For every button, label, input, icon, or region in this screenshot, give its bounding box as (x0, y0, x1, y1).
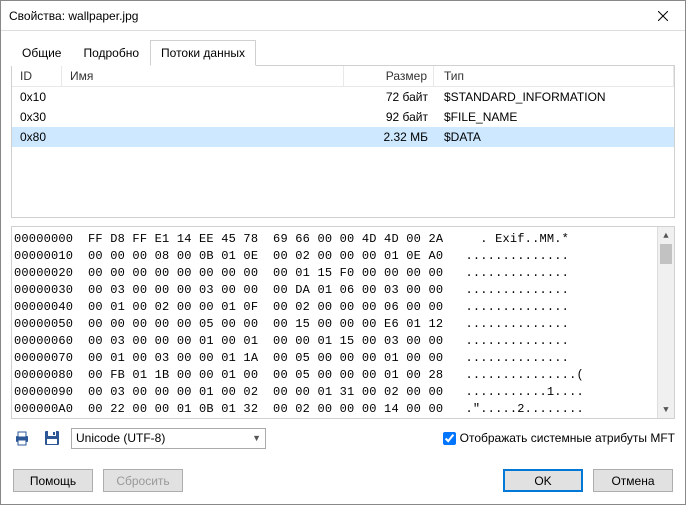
encoding-select[interactable]: Unicode (UTF-8) ▼ (71, 428, 266, 449)
save-button[interactable] (41, 427, 63, 449)
print-button[interactable] (11, 427, 33, 449)
scroll-up-icon[interactable]: ▲ (658, 227, 674, 244)
cell-size: 2.32 МБ (344, 127, 434, 147)
cell-id: 0x10 (12, 87, 62, 107)
header-name[interactable]: Имя (62, 66, 344, 86)
titlebar: Свойства: wallpaper.jpg (1, 1, 685, 31)
hex-viewer: 00000000 FF D8 FF E1 14 EE 45 78 69 66 0… (11, 226, 675, 419)
hex-content[interactable]: 00000000 FF D8 FF E1 14 EE 45 78 69 66 0… (12, 227, 657, 418)
cancel-button[interactable]: Отмена (593, 469, 673, 492)
cell-name (62, 127, 344, 147)
cell-name (62, 107, 344, 127)
close-icon (658, 11, 668, 21)
table-row[interactable]: 0x30 92 байт $FILE_NAME (12, 107, 674, 127)
cell-type: $DATA (434, 127, 674, 147)
table-header: ID Имя Размер Тип (12, 66, 674, 87)
reset-button[interactable]: Сбросить (103, 469, 183, 492)
properties-dialog: Свойства: wallpaper.jpg Общие Подробно П… (0, 0, 686, 505)
encoding-value: Unicode (UTF-8) (76, 431, 165, 445)
cell-type: $FILE_NAME (434, 107, 674, 127)
content-area: Общие Подробно Потоки данных ID Имя Разм… (1, 31, 685, 459)
header-type[interactable]: Тип (434, 66, 674, 86)
cell-type: $STANDARD_INFORMATION (434, 87, 674, 107)
header-size[interactable]: Размер (344, 66, 434, 86)
tab-general[interactable]: Общие (11, 40, 72, 66)
cell-name (62, 87, 344, 107)
close-button[interactable] (640, 1, 685, 30)
table-row[interactable]: 0x10 72 байт $STANDARD_INFORMATION (12, 87, 674, 107)
chevron-down-icon: ▼ (252, 433, 261, 443)
scroll-down-icon[interactable]: ▼ (658, 401, 674, 418)
mft-checkbox-input[interactable] (443, 432, 456, 445)
cell-size: 72 байт (344, 87, 434, 107)
header-id[interactable]: ID (12, 66, 62, 86)
mft-checkbox[interactable]: Отображать системные атрибуты MFT (443, 431, 675, 445)
table-row[interactable]: 0x80 2.32 МБ $DATA (12, 127, 674, 147)
footer: Помощь Сбросить OK Отмена (1, 459, 685, 504)
cell-size: 92 байт (344, 107, 434, 127)
streams-table: ID Имя Размер Тип 0x10 72 байт $STANDARD… (11, 66, 675, 218)
help-button[interactable]: Помощь (13, 469, 93, 492)
scrollbar[interactable]: ▲ ▼ (657, 227, 674, 418)
ok-button[interactable]: OK (503, 469, 583, 492)
tab-bar: Общие Подробно Потоки данных (11, 39, 675, 66)
window-title: Свойства: wallpaper.jpg (9, 9, 640, 23)
save-icon (43, 429, 61, 447)
scroll-track[interactable] (658, 244, 674, 401)
toolbar: Unicode (UTF-8) ▼ Отображать системные а… (11, 427, 675, 449)
printer-icon (13, 429, 31, 447)
table-empty-space (12, 147, 674, 217)
cell-id: 0x80 (12, 127, 62, 147)
tab-data-streams[interactable]: Потоки данных (150, 40, 256, 66)
tab-details[interactable]: Подробно (72, 40, 150, 66)
table-body: 0x10 72 байт $STANDARD_INFORMATION 0x30 … (12, 87, 674, 217)
mft-checkbox-label: Отображать системные атрибуты MFT (460, 431, 675, 445)
cell-id: 0x30 (12, 107, 62, 127)
scroll-thumb[interactable] (660, 244, 672, 264)
